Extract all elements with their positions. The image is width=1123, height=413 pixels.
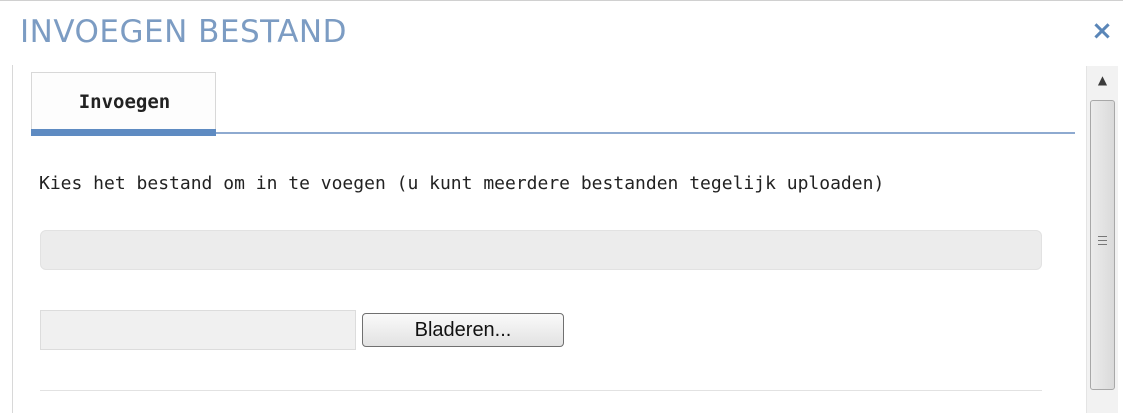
dialog-title: INVOEGEN BESTAND xyxy=(20,14,347,50)
scroll-up-arrow-icon[interactable]: ▲ xyxy=(1087,66,1118,94)
content-frame: Invoegen Kies het bestand om in te voege… xyxy=(12,65,1122,413)
active-tab-indicator xyxy=(31,129,216,136)
tab-bar: Invoegen xyxy=(31,72,1075,136)
grip-icon xyxy=(1098,236,1107,246)
scroll-thumb[interactable] xyxy=(1090,100,1115,390)
close-icon[interactable]: × xyxy=(1090,18,1114,44)
file-path-field[interactable] xyxy=(40,310,356,350)
upload-instruction: Kies het bestand om in te voegen (u kunt… xyxy=(39,173,885,194)
section-divider xyxy=(40,390,1042,391)
insert-file-dialog: INVOEGEN BESTAND × Invoegen Kies het bes… xyxy=(0,0,1123,413)
tab-invoegen[interactable]: Invoegen xyxy=(31,72,216,136)
upload-progress-bar xyxy=(40,230,1042,270)
browse-button[interactable]: Bladeren... xyxy=(362,313,564,347)
vertical-scrollbar[interactable]: ▲ xyxy=(1086,66,1118,413)
tab-label: Invoegen xyxy=(78,91,171,113)
